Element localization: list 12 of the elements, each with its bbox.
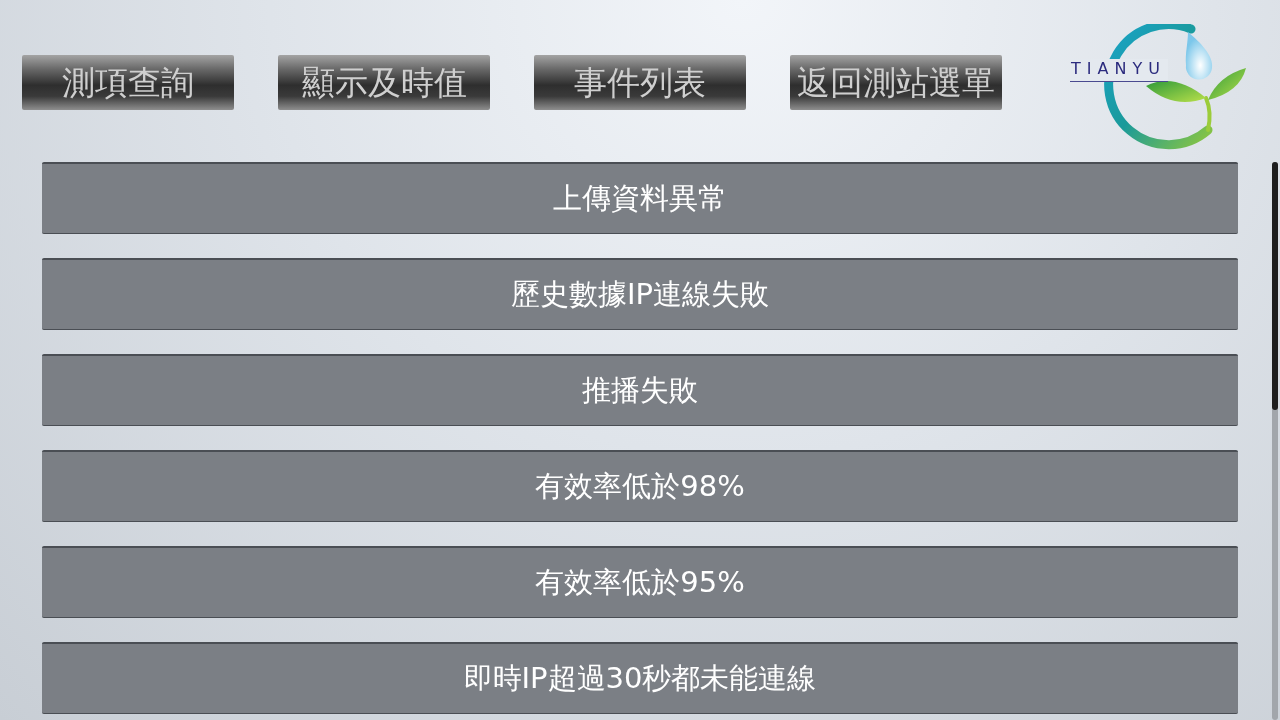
nav-button[interactable]: 返回測站選單 bbox=[790, 55, 1002, 110]
event-row[interactable]: 推播失敗 bbox=[42, 354, 1238, 426]
nav-button[interactable]: 事件列表 bbox=[534, 55, 746, 110]
event-row[interactable]: 歷史數據IP連線失敗 bbox=[42, 258, 1238, 330]
logo-text: TIANYU bbox=[1070, 59, 1168, 82]
event-row[interactable]: 上傳資料異常 bbox=[42, 162, 1238, 234]
nav-button[interactable]: 測項查詢 bbox=[22, 55, 234, 110]
event-row[interactable]: 即時IP超過30秒都未能連線 bbox=[42, 642, 1238, 714]
event-row[interactable]: 有效率低於95% bbox=[42, 546, 1238, 618]
nav-button[interactable]: 顯示及時值 bbox=[278, 55, 490, 110]
event-row[interactable]: 有效率低於98% bbox=[42, 450, 1238, 522]
scrollbar-thumb[interactable] bbox=[1272, 162, 1278, 410]
